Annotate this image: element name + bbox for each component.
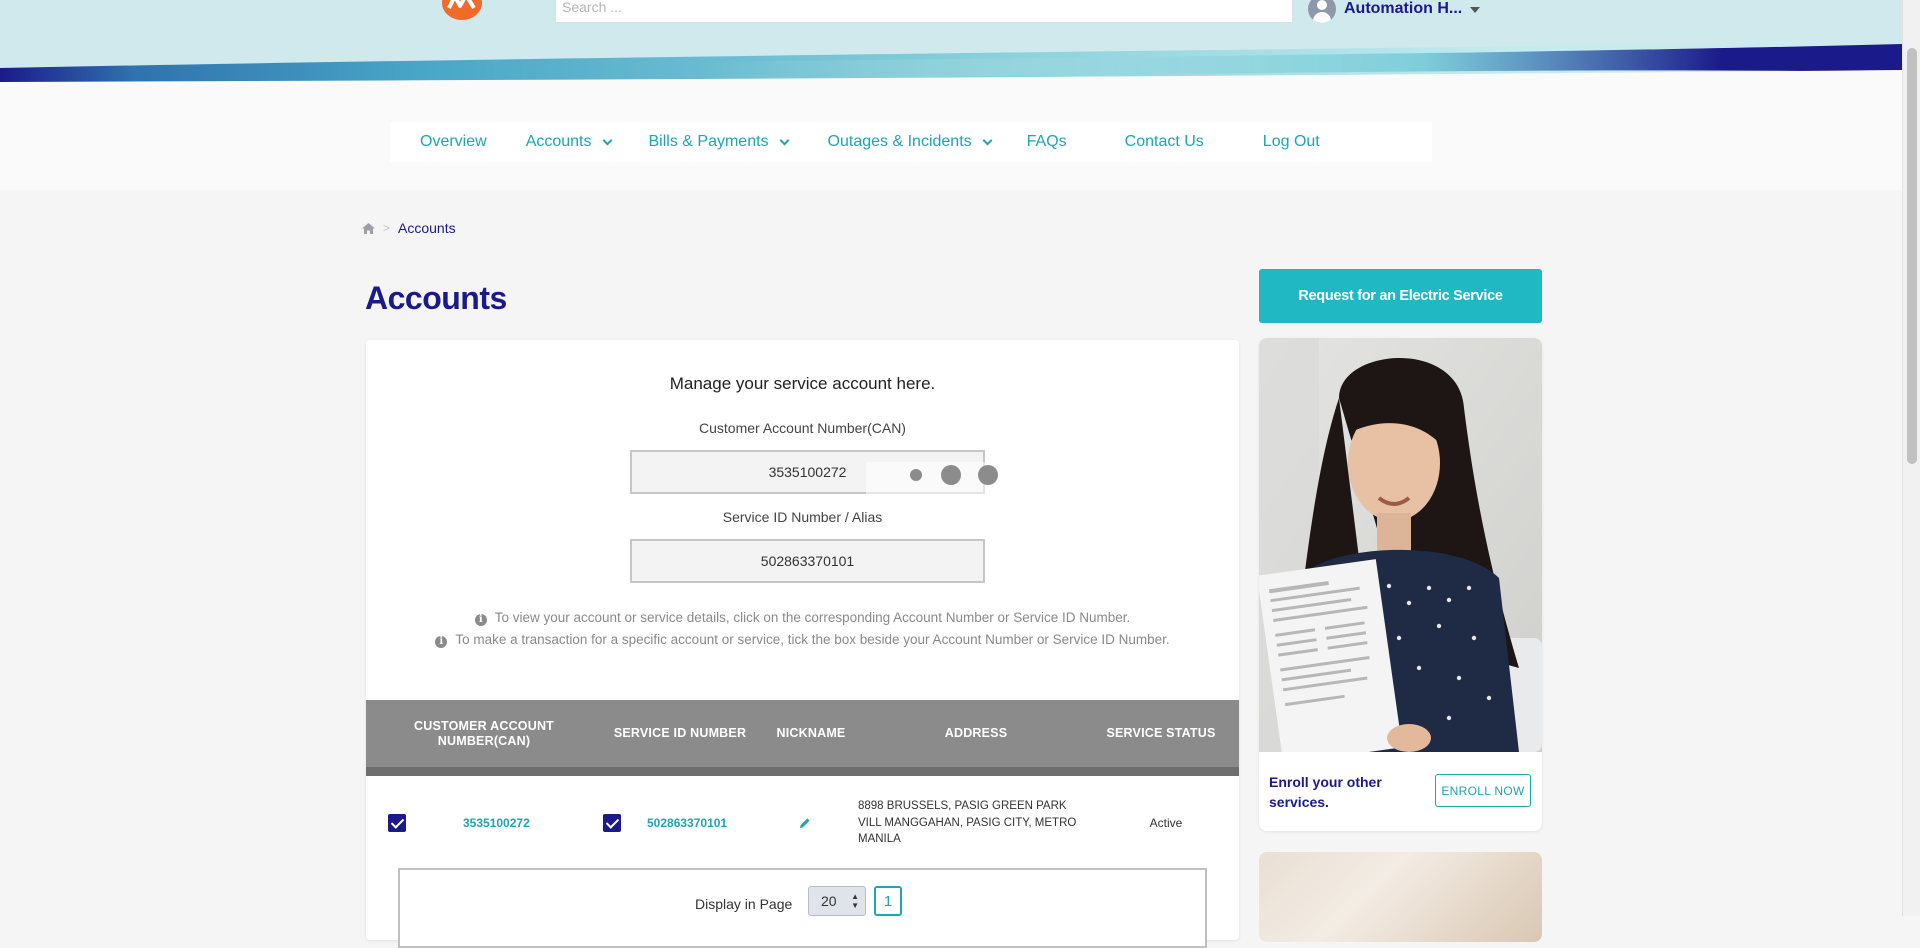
nav-contact-us[interactable]: Contact Us	[1125, 133, 1204, 151]
site-header: Search ... Automation H...	[0, 0, 1902, 95]
table-row: 3535100272 502863370101 8898 BRUSSELS, P…	[366, 776, 1239, 870]
info-line-transaction: i To make a transaction for a specific ac…	[366, 632, 1239, 648]
address-text: 8898 BRUSSELS, PASIG GREEN PARK VILL MAN…	[858, 800, 1077, 846]
page-size-select[interactable]: 20 ▲ ▼	[808, 886, 866, 916]
service-id-link[interactable]: 502863370101	[647, 816, 727, 830]
user-name: Automation H...	[1344, 0, 1463, 17]
scrollbar-thumb[interactable]	[1907, 48, 1917, 464]
pencil-icon[interactable]	[799, 817, 811, 829]
page-title: Accounts	[365, 280, 507, 316]
breadcrumb: > Accounts	[362, 220, 456, 236]
nav-faqs[interactable]: FAQs	[1027, 133, 1067, 151]
can-input[interactable]: 3535100272	[630, 450, 985, 494]
nav-label: Accounts	[525, 133, 592, 150]
chevron-down-icon	[779, 135, 789, 145]
secondary-promo-card	[1259, 852, 1542, 942]
page-size-label: Display in Page	[695, 896, 793, 912]
nav-label: Contact Us	[1124, 133, 1204, 150]
nav-log-out[interactable]: Log Out	[1263, 133, 1320, 151]
user-avatar-icon	[1308, 0, 1336, 23]
spinner-arrows-icon: ▲ ▼	[851, 892, 859, 910]
nav-label: FAQs	[1026, 133, 1067, 150]
nav-label: Log Out	[1262, 133, 1320, 150]
info-text: To make a transaction for a specific acc…	[455, 632, 1170, 647]
info-text: To view your account or service details,…	[494, 610, 1131, 625]
col-header-status: SERVICE STATUS	[1106, 726, 1216, 740]
main-nav: Overview Accounts Bills & Payments Outag…	[390, 122, 1432, 162]
home-icon[interactable]	[362, 222, 375, 234]
brand-logo[interactable]	[438, 0, 486, 20]
manage-heading: Manage your service account here.	[669, 374, 936, 393]
col-header-nickname: NICKNAME	[776, 726, 846, 740]
enroll-promo-card: Enroll your other services. ENROLL NOW	[1259, 338, 1542, 831]
enroll-now-button[interactable]: ENROLL NOW	[1435, 774, 1531, 807]
user-menu[interactable]: Automation H...	[1308, 0, 1481, 23]
chevron-down-icon	[602, 135, 612, 145]
request-electric-service-button[interactable]: Request for an Electric Service	[1259, 269, 1542, 323]
col-header-service-id: SERVICE ID NUMBER	[613, 726, 747, 740]
search-input[interactable]: Search ...	[555, 0, 1293, 23]
info-icon: i	[474, 614, 487, 626]
accounts-card: Manage your service account here. Custom…	[366, 340, 1239, 948]
nav-outages-incidents[interactable]: Outages & Incidents	[827, 133, 993, 151]
nav-label: Bills & Payments	[648, 133, 769, 150]
service-id-checkbox[interactable]	[603, 814, 621, 832]
chevron-down-icon	[982, 135, 993, 145]
page-size-value: 20	[821, 893, 837, 909]
nav-label: Overview	[420, 133, 487, 150]
pagination: Display in Page 20 ▲ ▼ 1	[398, 868, 1207, 948]
promo-photo	[1259, 338, 1542, 752]
info-icon: i	[435, 636, 448, 648]
breadcrumb-current: Accounts	[398, 220, 456, 236]
col-header-address: ADDRESS	[944, 726, 1008, 740]
can-link[interactable]: 3535100272	[463, 816, 530, 830]
table-header: CUSTOMER ACCOUNT NUMBER(CAN) SERVICE ID …	[366, 700, 1239, 776]
can-checkbox[interactable]	[388, 814, 406, 832]
page-scrollbar[interactable]	[1902, 0, 1920, 916]
col-header-can: CUSTOMER ACCOUNT NUMBER(CAN)	[414, 718, 555, 748]
nav-label: Outages & Incidents	[827, 133, 972, 150]
accounts-table: CUSTOMER ACCOUNT NUMBER(CAN) SERVICE ID …	[366, 700, 1239, 870]
can-label: Customer Account Number(CAN)	[699, 420, 906, 436]
nav-accounts[interactable]: Accounts	[525, 133, 612, 151]
status-text: Active	[1149, 816, 1183, 830]
breadcrumb-separator: >	[383, 221, 391, 235]
service-id-label: Service ID Number / Alias	[722, 509, 883, 525]
caret-down-icon	[1470, 7, 1481, 13]
info-line-view: i To view your account or service details…	[366, 610, 1239, 626]
promo-text: Enroll your other services.	[1269, 774, 1382, 810]
service-id-input[interactable]: 502863370101	[630, 539, 985, 583]
nav-overview[interactable]: Overview	[420, 133, 487, 151]
page-button[interactable]: 1	[874, 886, 902, 916]
nav-bills-payments[interactable]: Bills & Payments	[648, 133, 789, 151]
